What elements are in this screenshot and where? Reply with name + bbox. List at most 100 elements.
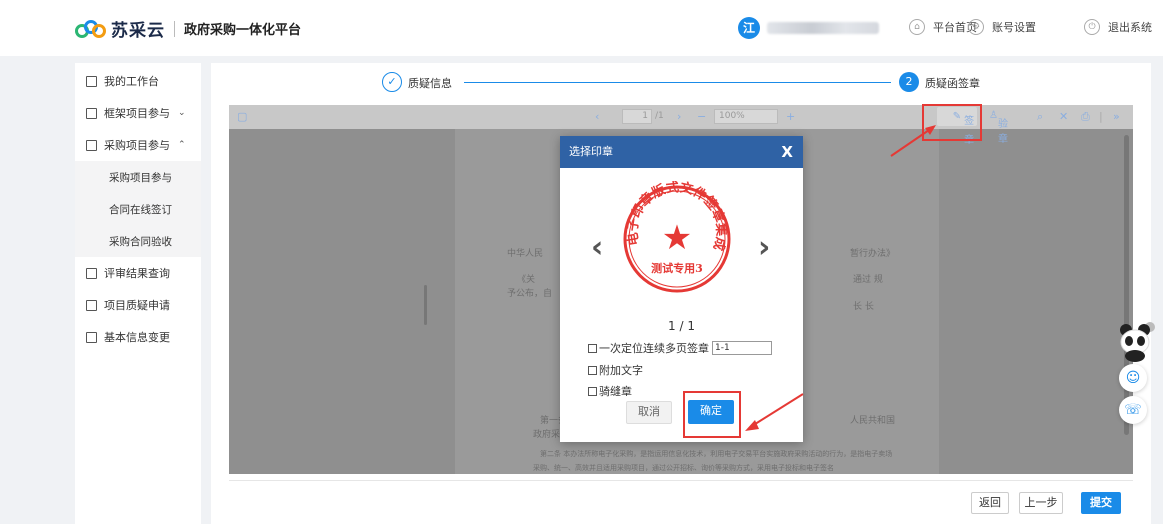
- page-range-input[interactable]: 1-1: [712, 341, 772, 355]
- search-icon[interactable]: ⌕: [1037, 110, 1043, 124]
- footer-actions: 返回 上一步 提交: [229, 480, 1133, 524]
- avatar[interactable]: 江: [738, 17, 760, 39]
- sidebar-item-label: 我的工作台: [104, 75, 159, 88]
- sidebar-item-project-query[interactable]: 项目质疑申请: [75, 289, 201, 321]
- nav-label: 账号设置: [992, 21, 1036, 34]
- sidebar-item-label: 基本信息变更: [104, 331, 170, 344]
- step2-number: 2: [899, 72, 919, 92]
- cancel-button[interactable]: 取消: [626, 401, 672, 424]
- seal-bottom-text: 测试专用3: [651, 261, 703, 275]
- logo-icon: [75, 18, 107, 40]
- zoom-out-icon[interactable]: −: [697, 110, 706, 123]
- toolbar-divider: |: [1099, 110, 1103, 123]
- seal-pager: 1 / 1: [668, 319, 695, 333]
- print-icon[interactable]: ⎙: [1081, 110, 1090, 124]
- more-tools-icon[interactable]: »: [1113, 110, 1120, 123]
- zoom-in-icon[interactable]: +: [786, 110, 795, 123]
- prev-page-icon[interactable]: ‹: [595, 110, 599, 123]
- option-label: 附加文字: [599, 364, 643, 377]
- page-number-input[interactable]: 1: [622, 109, 652, 124]
- nav-account-settings[interactable]: ⚙ 账号设置: [968, 19, 1036, 35]
- sidebar-item-label: 项目质疑申请: [104, 299, 170, 312]
- sidebar: 我的工作台 框架项目参与 ⌄ 采购项目参与 ⌃ 采购项目参与 合同在线签订 采购…: [75, 63, 201, 524]
- home-icon: ⌂: [909, 19, 925, 35]
- pdf-text: 人民共和国: [850, 416, 896, 426]
- dialog-title: 选择印章: [569, 145, 613, 158]
- prev-seal-icon[interactable]: ‹: [591, 230, 603, 265]
- seal-star: ★: [662, 218, 692, 258]
- platform-title: 政府采购一体化平台: [184, 23, 302, 38]
- pdf-text: 暂行办法》: [850, 249, 896, 259]
- step-connector: [464, 82, 891, 83]
- zoom-select[interactable]: 100%: [714, 109, 778, 124]
- checkbox[interactable]: [588, 386, 597, 396]
- progress-steps: ✓ 质疑信息 2 质疑函签章: [211, 63, 1151, 103]
- close-tool-icon[interactable]: ✕: [1059, 110, 1068, 123]
- phone-icon[interactable]: ☏: [1119, 396, 1147, 424]
- sidebar-item-procurement-projects[interactable]: 采购项目参与 ⌃: [75, 129, 201, 161]
- document-icon: [86, 139, 97, 151]
- search-doc-icon: [86, 267, 97, 279]
- sidebar-subitem-contract-acceptance[interactable]: 采购合同验收: [75, 225, 201, 257]
- page-edge-marker: [424, 285, 427, 325]
- back-button[interactable]: 返回: [971, 492, 1009, 514]
- sidebar-item-workbench[interactable]: 我的工作台: [75, 65, 201, 97]
- sidebar-subitem-contract-signing[interactable]: 合同在线签订: [75, 193, 201, 225]
- option-cross-page-seal[interactable]: 骑缝章: [588, 383, 632, 399]
- next-seal-icon[interactable]: ›: [758, 230, 770, 265]
- sidebar-item-review-results[interactable]: 评审结果查询: [75, 257, 201, 289]
- sidebar-toggle-icon[interactable]: ▢: [237, 110, 247, 123]
- page-total: /1: [655, 111, 664, 121]
- chevron-down-icon: ⌄: [178, 108, 186, 118]
- option-label: 骑缝章: [599, 385, 632, 398]
- user-name-redacted: [767, 22, 879, 34]
- gear-icon: ⚙: [968, 19, 984, 35]
- panda-mascot-icon[interactable]: [1116, 322, 1156, 362]
- edit-doc-icon: [86, 299, 97, 311]
- highlight-box: [683, 391, 741, 438]
- submit-button[interactable]: 提交: [1081, 492, 1121, 514]
- monitor-icon: [86, 75, 97, 87]
- dialog-header: 选择印章 X: [560, 136, 803, 168]
- sidebar-subitem-procurement-participation[interactable]: 采购项目参与: [75, 161, 201, 193]
- customer-service-icon[interactable]: ☺: [1119, 364, 1147, 392]
- brand-name: 苏采云: [111, 21, 165, 41]
- step-complete-icon: ✓: [382, 72, 402, 92]
- sidebar-item-label: 评审结果查询: [104, 267, 170, 280]
- close-icon[interactable]: X: [781, 136, 793, 168]
- pdf-toolbar: ▢ ‹ 1 /1 › − 100% + ✎ 签章 ♙ 验章 ⌕ ✕ ⎙ | »: [229, 105, 1133, 146]
- nav-platform-home[interactable]: ⌂ 平台首页: [909, 19, 977, 35]
- top-bar: 苏采云 政府采购一体化平台 江 ⌂ 平台首页 ⚙ 账号设置 ⏻ 退出系统: [0, 0, 1163, 56]
- next-page-icon[interactable]: ›: [677, 110, 681, 123]
- chevron-up-icon: ⌃: [178, 140, 186, 150]
- checkbox[interactable]: [588, 365, 597, 375]
- power-icon: ⏻: [1084, 19, 1100, 35]
- logo-divider: [174, 20, 175, 37]
- logo: 苏采云 政府采购一体化平台: [75, 16, 301, 41]
- select-seal-dialog: 选择印章 X ‹ › 电子印章版式文件签章集成 ★ 测试专用3 1 / 1 一次…: [560, 136, 803, 442]
- pdf-text: 采购、统一、高效并且适用采购项目，通过公开招标、询价等采购方式，采用电子投标和电…: [533, 464, 834, 472]
- nav-label: 退出系统: [1108, 21, 1152, 34]
- option-append-text[interactable]: 附加文字: [588, 362, 643, 378]
- option-continuous-sign[interactable]: 一次定位连续多页签章 1-1: [588, 340, 772, 356]
- checkbox[interactable]: [588, 343, 597, 353]
- sidebar-item-framework-projects[interactable]: 框架项目参与 ⌄: [75, 97, 201, 129]
- verify-button[interactable]: ♙ 验章: [989, 110, 1008, 145]
- pdf-text: 《关: [517, 275, 536, 285]
- monitor-icon: [86, 331, 97, 343]
- verify-label: 验章: [997, 119, 1008, 145]
- highlight-box: [922, 104, 982, 141]
- option-label: 一次定位连续多页签章: [599, 342, 709, 355]
- pdf-text: 予公布，自: [507, 289, 553, 299]
- previous-step-button[interactable]: 上一步: [1019, 492, 1063, 514]
- step2-label: 质疑函签章: [925, 77, 980, 90]
- pdf-text: 中华人民: [507, 249, 544, 259]
- document-icon: [86, 107, 97, 119]
- pdf-text: 长 长: [853, 302, 874, 312]
- nav-logout[interactable]: ⏻ 退出系统: [1084, 19, 1152, 35]
- pdf-text: 第二条 本办法所称电子化采购，是指运用信息化技术，利用电子交易平台实施政府采购活…: [540, 450, 893, 458]
- sidebar-item-info-change[interactable]: 基本信息变更: [75, 321, 201, 353]
- sidebar-item-label: 框架项目参与: [104, 107, 170, 120]
- seal-image[interactable]: 电子印章版式文件签章集成 ★ 测试专用3: [621, 181, 733, 297]
- sidebar-item-label: 采购项目参与: [104, 139, 170, 152]
